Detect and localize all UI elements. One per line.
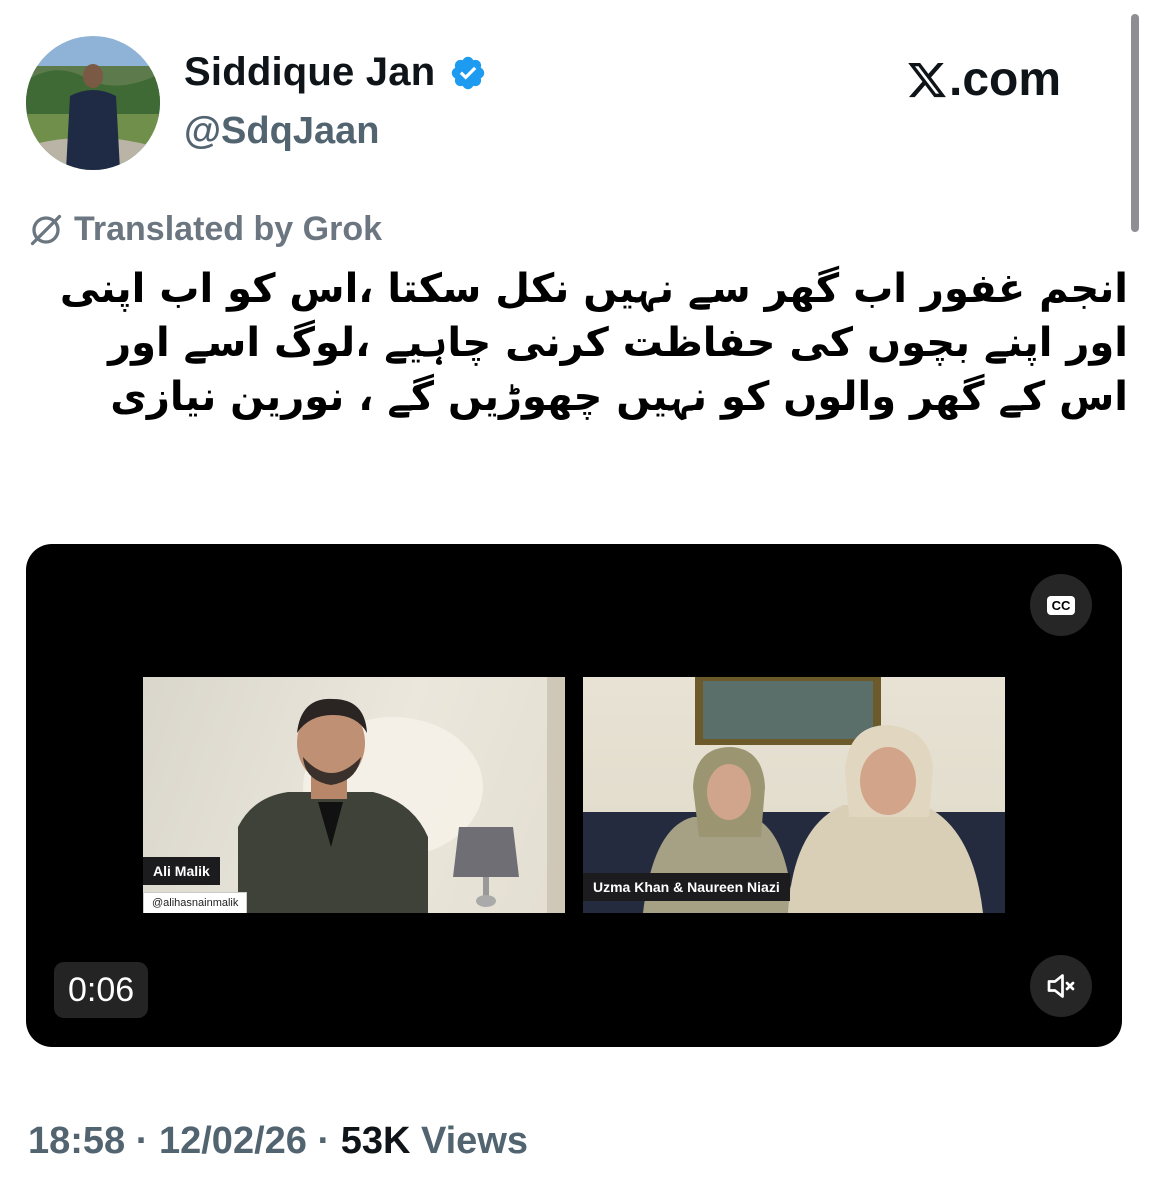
video-timestamp: 0:06	[54, 962, 149, 1018]
brand-watermark: .com	[905, 52, 1061, 107]
x-logo-icon	[908, 62, 946, 97]
video-panel-left: Ali Malik @alihasnainmalik	[143, 677, 565, 913]
video-panel-right: Uzma Khan & Naureen Niazi	[583, 677, 1005, 913]
brand-domain: .com	[949, 53, 1062, 106]
tweet-date[interactable]: 12/02/26	[159, 1120, 307, 1162]
cc-icon: CC	[1046, 595, 1076, 615]
tweet-text: انجم غفور اب گھر سے نہیں نکل سکتا ،اس کو…	[59, 266, 1128, 420]
speaker-name-tag-right: Uzma Khan & Naureen Niazi	[583, 873, 790, 901]
mute-button[interactable]	[1030, 955, 1092, 1017]
views-count[interactable]: 53K	[341, 1120, 411, 1162]
meta-separator: ·	[135, 1120, 149, 1162]
tweet-meta: 18:58 · 12/02/26 · 53K Views	[28, 1120, 528, 1163]
verified-badge-icon	[452, 56, 485, 89]
grok-icon	[30, 214, 62, 245]
speaker-name-tag-left: Ali Malik	[143, 857, 220, 885]
translation-notice[interactable]: Translated by Grok	[28, 210, 382, 249]
views-label: Views	[420, 1120, 529, 1162]
avatar[interactable]	[26, 36, 160, 170]
meta-separator: ·	[317, 1120, 331, 1162]
captions-button[interactable]: CC	[1030, 574, 1092, 636]
author-display-name[interactable]: Siddique Jan	[184, 50, 435, 95]
tweet-time[interactable]: 18:58	[28, 1120, 125, 1162]
scrollbar[interactable]	[1131, 14, 1139, 232]
author-handle[interactable]: @SdqJaan	[184, 110, 379, 153]
avatar-photo	[26, 36, 160, 170]
speaker-handle-tag-left: @alihasnainmalik	[143, 892, 248, 913]
speaker-muted-icon	[1047, 974, 1075, 998]
author-name-row[interactable]: Siddique Jan	[184, 50, 487, 95]
video-player[interactable]: Ali Malik @alihasnainmalik Uzma Khan & N…	[26, 544, 1122, 1047]
translation-label: Translated by Grok	[74, 210, 382, 248]
